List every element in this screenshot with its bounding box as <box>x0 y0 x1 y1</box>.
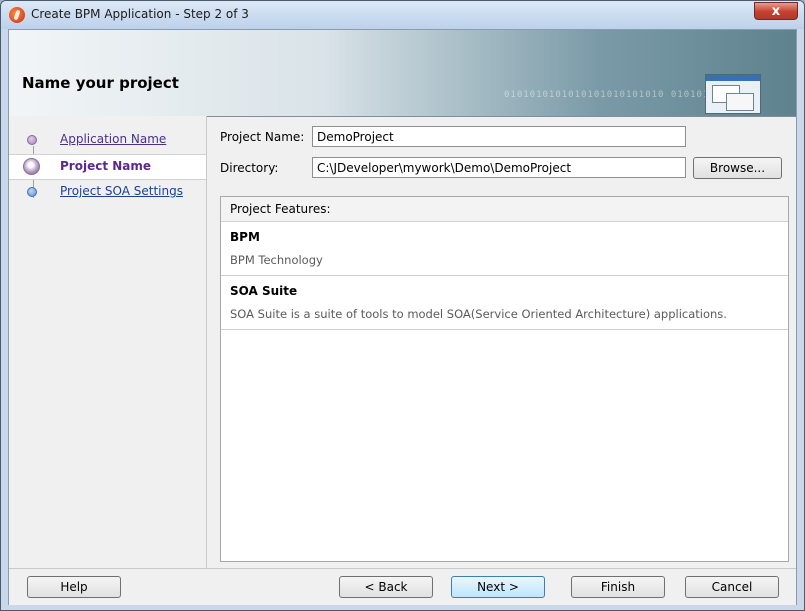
step-project-soa-settings[interactable]: Project SOA Settings <box>9 180 206 204</box>
dialog-window: Create BPM Application - Step 2 of 3 x N… <box>0 0 805 611</box>
finish-button[interactable]: Finish <box>571 576 665 598</box>
title-bar[interactable]: Create BPM Application - Step 2 of 3 x <box>1 1 804 29</box>
step-label: Project Name <box>60 159 152 173</box>
wizard-steps-nav: Application Name Project Name Project SO… <box>9 116 207 568</box>
help-button[interactable]: Help <box>27 576 121 598</box>
button-bar: Help < Back Next > Finish Cancel <box>9 568 796 605</box>
dialog-client-area: Name your project 0101010101010101010101… <box>8 29 797 605</box>
browse-button[interactable]: Browse... <box>693 157 782 179</box>
step-project-name[interactable]: Project Name <box>9 154 206 180</box>
step-label: Project SOA Settings <box>60 184 183 198</box>
back-button[interactable]: < Back <box>339 576 433 598</box>
feature-description: BPM Technology <box>230 253 323 267</box>
feature-name: SOA Suite <box>230 284 298 298</box>
step-pending-icon <box>27 187 37 197</box>
project-name-input[interactable] <box>312 126 686 147</box>
step-current-icon <box>23 158 40 175</box>
project-name-label: Project Name: <box>220 130 305 144</box>
page-title: Name your project <box>22 74 179 92</box>
step-application-name[interactable]: Application Name <box>9 128 206 152</box>
oracle-app-icon <box>9 7 25 23</box>
feature-item-bpm[interactable]: BPM BPM Technology <box>221 221 788 276</box>
feature-item-soa-suite[interactable]: SOA Suite SOA Suite is a suite of tools … <box>221 275 788 330</box>
wizard-header: Name your project 0101010101010101010101… <box>9 30 796 117</box>
close-button[interactable]: x <box>754 2 798 20</box>
directory-input[interactable] <box>312 157 686 178</box>
features-header: Project Features: <box>221 197 788 222</box>
project-features-panel: Project Features: BPM BPM Technology SOA… <box>220 196 789 562</box>
feature-description: SOA Suite is a suite of tools to model S… <box>230 307 727 321</box>
directory-label: Directory: <box>220 161 279 175</box>
windows-graphic-icon <box>705 74 761 114</box>
window-title: Create BPM Application - Step 2 of 3 <box>31 7 249 21</box>
step-completed-icon <box>27 135 37 145</box>
cancel-button[interactable]: Cancel <box>685 576 779 598</box>
feature-name: BPM <box>230 230 260 244</box>
features-header-label: Project Features: <box>230 202 331 216</box>
next-button[interactable]: Next > <box>451 576 545 598</box>
step-label: Application Name <box>60 132 167 146</box>
